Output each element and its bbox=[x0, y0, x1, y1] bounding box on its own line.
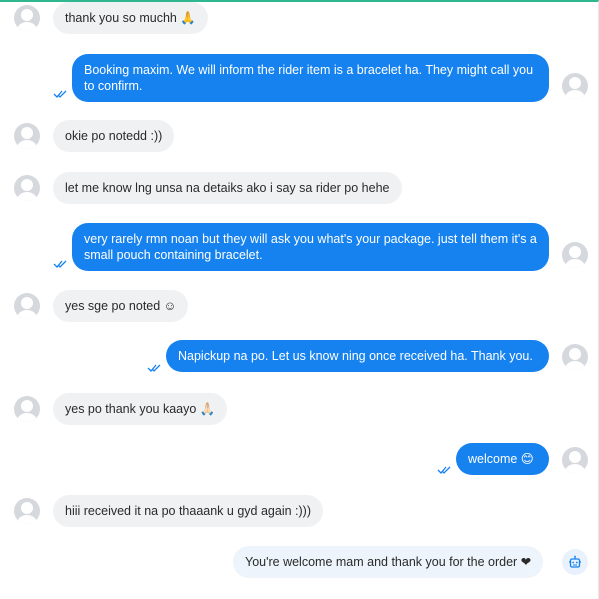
message-bot: You're welcome mam and thank you for the… bbox=[233, 546, 544, 578]
double-check-icon bbox=[53, 260, 67, 268]
chat-thread: thank you so muchh 🙏 Booking maxim. We w… bbox=[0, 0, 599, 599]
message-incoming: okie po notedd :)) bbox=[53, 120, 175, 152]
message-outgoing: very rarely rmn noan but they will ask y… bbox=[72, 223, 549, 271]
message-outgoing: welcome 😊 bbox=[456, 443, 549, 475]
double-check-icon bbox=[437, 466, 451, 474]
contact-avatar-icon bbox=[14, 175, 40, 201]
agent-avatar-icon bbox=[562, 242, 588, 268]
message-incoming: hiii received it na po thaaank u gyd aga… bbox=[53, 495, 323, 527]
message-incoming: yes sge po noted ☺ bbox=[53, 290, 189, 322]
contact-avatar-icon bbox=[14, 498, 40, 524]
contact-avatar-icon bbox=[14, 123, 40, 149]
message-incoming: thank you so muchh 🙏 bbox=[53, 2, 208, 34]
bot-icon bbox=[562, 549, 588, 575]
agent-avatar-icon bbox=[562, 447, 588, 473]
agent-avatar-icon bbox=[562, 344, 588, 370]
double-check-icon bbox=[147, 364, 161, 372]
contact-avatar-icon bbox=[14, 5, 40, 31]
message-outgoing: Booking maxim. We will inform the rider … bbox=[72, 54, 549, 102]
message-outgoing: Napickup na po. Let us know ning once re… bbox=[166, 340, 549, 372]
agent-avatar-icon bbox=[562, 73, 588, 99]
contact-avatar-icon bbox=[14, 293, 40, 319]
message-incoming: let me know lng unsa na detaiks ako i sa… bbox=[53, 172, 402, 204]
message-incoming: yes po thank you kaayo 🙏🏻 bbox=[53, 393, 228, 425]
contact-avatar-icon bbox=[14, 396, 40, 422]
double-check-icon bbox=[53, 90, 67, 98]
